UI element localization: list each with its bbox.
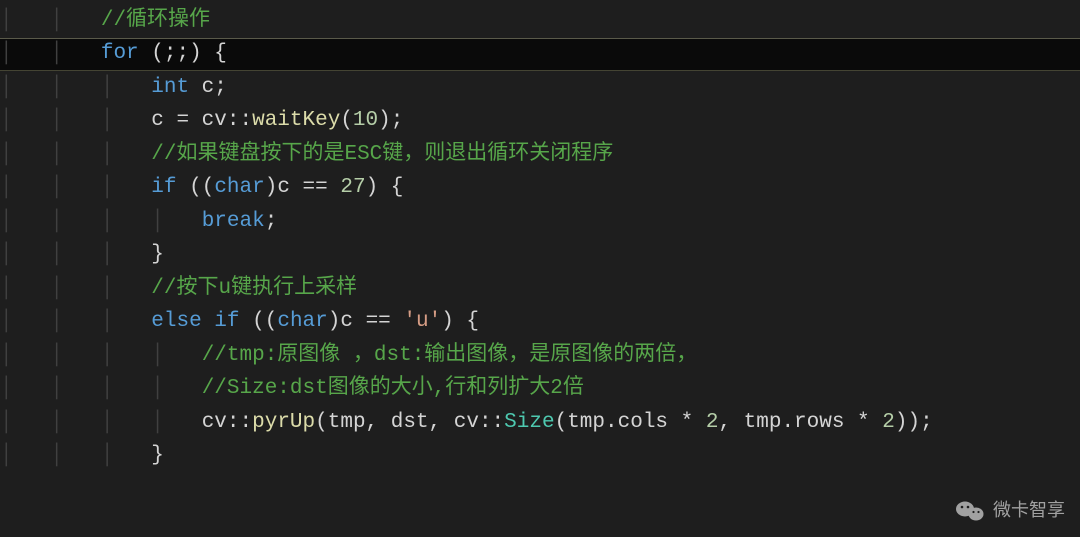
code-token xyxy=(240,305,253,339)
code-line[interactable]: │ │ │ else if ((char)c == 'u') { xyxy=(0,306,1080,340)
code-token: )) xyxy=(895,406,920,440)
code-token: ) xyxy=(378,104,391,138)
code-token: Size xyxy=(504,406,554,440)
code-token: c = cv:: xyxy=(151,104,252,138)
code-line[interactable]: │ │ │ //如果键盘按下的是ESC键，则退出循环关闭程序 xyxy=(0,138,1080,172)
code-token: tmp.cols * xyxy=(567,406,706,440)
code-token: pyrUp xyxy=(252,406,315,440)
code-token: //如果键盘按下的是ESC键，则退出循环关闭程序 xyxy=(151,138,613,172)
code-token: 'u' xyxy=(403,305,441,339)
code-line[interactable]: │ │ │ c = cv::waitKey(10); xyxy=(0,105,1080,139)
code-token: c == xyxy=(340,305,403,339)
code-token: break xyxy=(202,205,265,239)
code-token: 2 xyxy=(706,406,719,440)
code-token: ( xyxy=(555,406,568,440)
code-token: } xyxy=(151,439,164,473)
code-token: //循环操作 xyxy=(101,4,210,38)
code-line[interactable]: │ │ │ │ //tmp:原图像 ，dst:输出图像，是原图像的两倍， xyxy=(0,339,1080,373)
code-line[interactable]: │ │ │ } xyxy=(0,440,1080,474)
code-token xyxy=(176,171,189,205)
code-line[interactable]: │ │ │ │ //Size:dst图像的大小,行和列扩大2倍 xyxy=(0,373,1080,407)
code-line[interactable]: │ │ │ if ((char)c == 27) { xyxy=(0,172,1080,206)
code-token: if xyxy=(214,305,239,339)
code-token: if xyxy=(151,171,176,205)
code-token: ) xyxy=(265,171,278,205)
code-token: waitKey xyxy=(252,104,340,138)
code-token: (;;) xyxy=(151,37,201,71)
code-token: { xyxy=(466,305,479,339)
code-token: } xyxy=(151,238,164,272)
code-token: ) xyxy=(366,171,379,205)
code-token: tmp, dst, cv:: xyxy=(328,406,504,440)
code-token: for xyxy=(101,37,139,71)
code-token: 2 xyxy=(882,406,895,440)
code-token xyxy=(378,171,391,205)
code-token: ( xyxy=(315,406,328,440)
code-token: //tmp:原图像 ，dst:输出图像，是原图像的两倍， xyxy=(202,339,698,373)
wechat-icon xyxy=(955,498,985,524)
code-token xyxy=(202,305,215,339)
code-token: char xyxy=(277,305,327,339)
code-token xyxy=(139,37,152,71)
code-line[interactable]: │ │ for (;;) { xyxy=(0,38,1080,72)
code-line[interactable]: │ │ //循环操作 xyxy=(0,4,1080,38)
code-token: ; xyxy=(265,205,278,239)
code-token: //Size:dst图像的大小,行和列扩大2倍 xyxy=(202,372,584,406)
code-editor[interactable]: │ │ //循环操作│ │ for (;;) {│ │ │ int c;│ │ … xyxy=(0,0,1080,473)
code-token: 10 xyxy=(353,104,378,138)
code-token: (( xyxy=(252,305,277,339)
code-token: int xyxy=(151,71,189,105)
code-line[interactable]: │ │ │ } xyxy=(0,239,1080,273)
code-token: cv:: xyxy=(202,406,252,440)
watermark: 微卡智享 xyxy=(955,496,1065,525)
code-line[interactable]: │ │ │ │ break; xyxy=(0,205,1080,239)
code-token: { xyxy=(391,171,404,205)
code-line[interactable]: │ │ │ //按下u键执行上采样 xyxy=(0,272,1080,306)
code-token: else xyxy=(151,305,201,339)
code-token: char xyxy=(214,171,264,205)
code-token: ( xyxy=(340,104,353,138)
code-token: c == xyxy=(277,171,340,205)
code-token xyxy=(454,305,467,339)
code-token: 27 xyxy=(340,171,365,205)
code-token: ) xyxy=(328,305,341,339)
code-token: { xyxy=(214,37,227,71)
code-token: (( xyxy=(189,171,214,205)
code-token: ; xyxy=(391,104,404,138)
code-token: ; xyxy=(920,406,933,440)
code-token: , tmp.rows * xyxy=(718,406,882,440)
code-line[interactable]: │ │ │ int c; xyxy=(0,71,1080,105)
code-token: //按下u键执行上采样 xyxy=(151,272,357,306)
code-token xyxy=(202,37,215,71)
code-token: c; xyxy=(189,71,227,105)
watermark-text: 微卡智享 xyxy=(993,496,1065,525)
code-line[interactable]: │ │ │ │ cv::pyrUp(tmp, dst, cv::Size(tmp… xyxy=(0,406,1080,440)
code-token: ) xyxy=(441,305,454,339)
